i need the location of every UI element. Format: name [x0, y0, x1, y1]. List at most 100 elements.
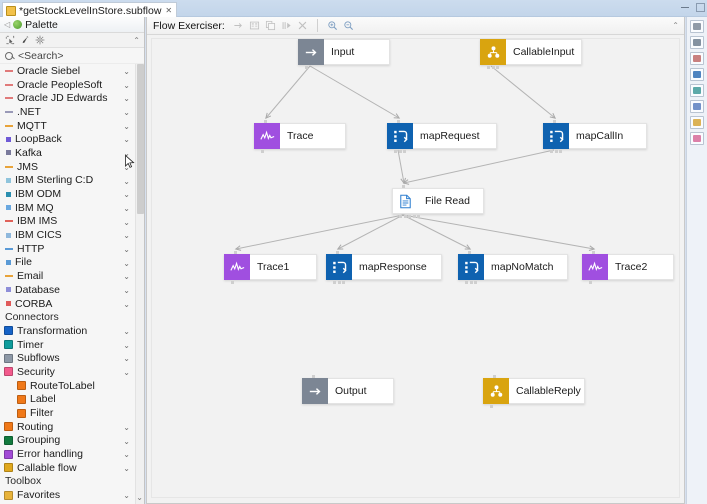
chevron-down-icon[interactable]: ⌄ [123, 122, 130, 131]
chevron-down-icon[interactable]: ⌄ [123, 368, 130, 377]
flow-node-output-terminal[interactable] [231, 280, 234, 284]
flow-node-input-terminal[interactable] [468, 250, 471, 254]
palette-group-grouping[interactable]: Grouping ⌄ [0, 434, 144, 448]
palette-group-callable-flow[interactable]: Callable flow ⌄ [0, 461, 144, 475]
perspective-icon[interactable] [690, 20, 704, 33]
flow-node-output-terminal[interactable] [261, 149, 264, 153]
flow-node-maprequest[interactable]: mapRequest [387, 123, 497, 149]
flow-connection-callableinput-to-mapcallin[interactable] [490, 65, 557, 119]
copy-icon[interactable] [265, 20, 276, 31]
chevron-down-icon[interactable]: ⌄ [123, 450, 130, 459]
zoom-out-icon[interactable] [343, 20, 354, 31]
customize-palette-icon[interactable] [35, 35, 45, 45]
flow-node-output-terminal[interactable] [589, 280, 592, 284]
flow-node-input-terminal[interactable] [493, 374, 496, 378]
flow-node-output[interactable]: Output [302, 378, 394, 404]
application-development-icon[interactable] [690, 36, 704, 49]
chevron-down-icon[interactable]: ⌄ [123, 327, 130, 336]
chevron-down-icon[interactable]: ⌄ [123, 81, 130, 90]
flow-node-output-terminal[interactable] [490, 404, 493, 408]
flow-connection-fileread-to-mapresponse[interactable] [336, 214, 404, 250]
deploy-icon[interactable] [249, 20, 260, 31]
flow-node-input-terminal[interactable] [553, 119, 556, 123]
chevron-down-icon[interactable]: ⌄ [123, 464, 130, 473]
flow-canvas[interactable]: Input CallableInput Trace mapRequest mapCall… [147, 35, 684, 503]
flow-node-output-terminal[interactable] [465, 280, 477, 284]
select-tool-icon[interactable] [5, 35, 15, 45]
palette-group-database[interactable]: Database ⌄ [0, 283, 144, 297]
editor-tab-subflow[interactable]: *getStockLevelInStore.subflow ✕ [2, 2, 178, 17]
chevron-down-icon[interactable]: ⌄ [123, 272, 130, 281]
palette-group-ibm-ims[interactable]: IBM IMS ⌄ [0, 215, 144, 229]
flow-connection-fileread-to-mapnomatch[interactable] [402, 214, 472, 250]
palette-group-routetolabel[interactable]: RouteToLabel [0, 379, 144, 393]
flow-node-output-terminal[interactable] [399, 214, 420, 218]
flow-node-mapresponse[interactable]: mapResponse [326, 254, 442, 280]
flow-connection-input-to-trace[interactable] [265, 65, 311, 120]
chevron-down-icon[interactable]: ⌄ [123, 286, 130, 295]
palette-group-email[interactable]: Email ⌄ [0, 269, 144, 283]
step-icon[interactable] [281, 20, 292, 31]
flow-node-input-terminal[interactable] [264, 119, 267, 123]
integration-icon[interactable] [690, 52, 704, 65]
chevron-down-icon[interactable]: ⌄ [123, 67, 130, 76]
test-icon[interactable] [690, 132, 704, 145]
palette-group-error-handling[interactable]: Error handling ⌄ [0, 447, 144, 461]
palette-collapse-caret[interactable]: ⌃ [133, 36, 140, 45]
palette-group-http[interactable]: HTTP ⌄ [0, 242, 144, 256]
palette-group-timer[interactable]: Timer ⌄ [0, 338, 144, 352]
outline-icon[interactable] [690, 100, 704, 113]
flow-node-output-terminal[interactable] [305, 65, 308, 69]
palette-group-kafka[interactable]: Kafka ⌄ [0, 146, 144, 160]
flow-connection-fileread-to-trace1[interactable] [234, 214, 404, 251]
flow-node-output-terminal[interactable] [394, 149, 406, 153]
palette-group-jms[interactable]: JMS ⌄ [0, 160, 144, 174]
flow-node-input-terminal[interactable] [312, 374, 315, 378]
debug-icon[interactable] [690, 84, 704, 97]
palette-group-file[interactable]: File ⌄ [0, 256, 144, 270]
minimize-button[interactable] [678, 1, 691, 13]
flow-connection-mapcallin-to-fileread[interactable] [402, 149, 555, 185]
palette-group-oracle-siebel[interactable]: Oracle Siebel ⌄ [0, 64, 144, 78]
palette-group-filter[interactable]: Filter [0, 406, 144, 420]
palette-group-list[interactable]: Oracle Siebel ⌄ Oracle PeopleSoft ⌄ Oracle J… [0, 64, 144, 504]
flow-node-trace1[interactable]: Trace1 [224, 254, 317, 280]
chevron-down-icon[interactable]: ⌄ [123, 231, 130, 240]
palette-group-corba[interactable]: CORBA ⌄ [0, 297, 144, 311]
patterns-explorer-icon[interactable] [690, 68, 704, 81]
palette-group-mqtt[interactable]: MQTT ⌄ [0, 119, 144, 133]
palette-group-ibm-odm[interactable]: IBM ODM ⌄ [0, 187, 144, 201]
flow-node-callableinput[interactable]: CallableInput [480, 39, 582, 65]
chevron-down-icon[interactable]: ⌄ [123, 437, 130, 446]
chevron-down-icon[interactable]: ⌄ [123, 341, 130, 350]
flow-connection-maprequest-to-fileread[interactable] [397, 149, 407, 185]
flow-connection-fileread-to-trace2[interactable] [402, 214, 596, 252]
flow-canvas-surface[interactable]: Input CallableInput Trace mapRequest mapCall… [151, 38, 680, 498]
close-icon[interactable]: ✕ [165, 6, 172, 15]
flow-node-mapcallin[interactable]: mapCallIn [543, 123, 647, 149]
palette-group-oracle-peoplesoft[interactable]: Oracle PeopleSoft ⌄ [0, 78, 144, 92]
flow-connection-input-to-maprequest[interactable] [309, 65, 401, 119]
palette-group-ibm-cics[interactable]: IBM CICS ⌄ [0, 228, 144, 242]
chevron-down-icon[interactable]: ⌄ [123, 491, 130, 500]
flow-node-input-terminal[interactable] [234, 250, 237, 254]
chevron-down-icon[interactable]: ⌄ [123, 94, 130, 103]
palette-group-favorites[interactable]: Favorites ⌄ [0, 488, 144, 502]
record-flow-icon[interactable] [233, 20, 244, 31]
search-input[interactable]: <Search> [18, 50, 64, 62]
marquee-tool-icon[interactable] [20, 35, 30, 45]
chevron-down-icon[interactable]: ⌄ [123, 218, 130, 227]
properties-icon[interactable] [690, 116, 704, 129]
palette-group-subflows[interactable]: Subflows ⌄ [0, 351, 144, 365]
flow-node-input-terminal[interactable] [397, 119, 400, 123]
scroll-down-icon[interactable]: ⌄ [136, 493, 143, 502]
flow-node-output-terminal[interactable] [487, 65, 499, 69]
flow-node-mapnomatch[interactable]: mapNoMatch [458, 254, 568, 280]
palette-group-security[interactable]: Security ⌄ [0, 365, 144, 379]
flow-node-input-terminal[interactable] [336, 250, 339, 254]
maximize-button[interactable] [696, 2, 705, 12]
palette-group-connectors[interactable]: Connectors [0, 310, 144, 324]
palette-group-toolbox[interactable]: Toolbox [0, 475, 144, 489]
flow-node-input-terminal[interactable] [402, 184, 405, 188]
palette-search-row[interactable]: <Search> [0, 48, 144, 64]
